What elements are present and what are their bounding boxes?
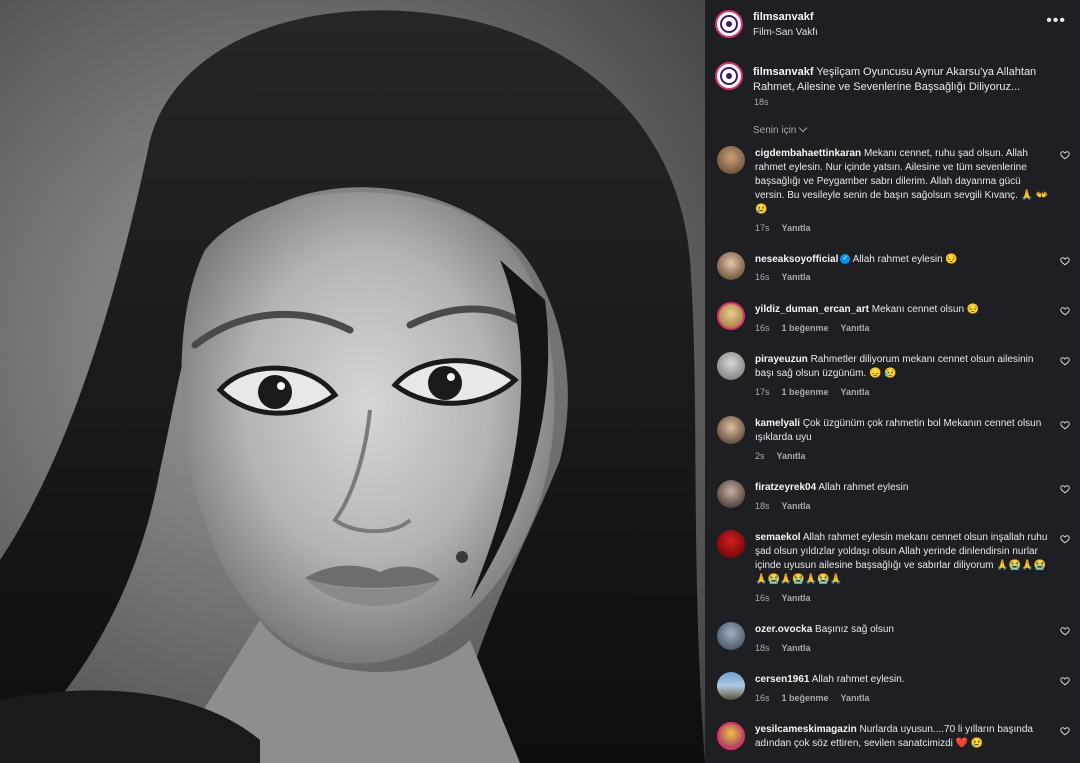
comment-body: yesilcameskimagazin Nurlarda uyusun....7… [755, 723, 1050, 751]
commenter-avatar[interactable] [717, 302, 745, 330]
reply-button[interactable]: Yanıtla [841, 387, 870, 397]
comment-likes[interactable]: 1 beğenme [782, 693, 829, 703]
comment-username[interactable]: ozer.ovocka [755, 624, 812, 635]
comment-filter-dropdown[interactable]: Senin için [753, 123, 808, 136]
comment-time[interactable]: 17s [755, 387, 770, 397]
comment-username[interactable]: cigdembahaettinkaran [755, 148, 861, 159]
comment-username[interactable]: neseaksoyofficial [755, 254, 838, 265]
heart-icon[interactable] [1060, 356, 1070, 366]
comment-time[interactable]: 2s [755, 451, 765, 461]
comment-meta: 18s Yanıtla [755, 643, 823, 653]
commenter-avatar[interactable] [717, 252, 745, 280]
filter-label: Senin için [753, 125, 797, 136]
reply-button[interactable]: Yanıtla [782, 501, 811, 511]
chevron-down-icon [799, 123, 808, 133]
commenter-avatar[interactable] [717, 416, 745, 444]
more-options-icon[interactable]: ••• [1046, 12, 1066, 30]
header-subtitle[interactable]: Film-San Vakfı [753, 27, 818, 38]
comment-meta: 17s Yanıtla [755, 223, 823, 233]
heart-icon[interactable] [1060, 420, 1070, 430]
comment-time[interactable]: 16s [755, 272, 770, 282]
comment-likes[interactable]: 1 beğenme [782, 387, 829, 397]
reply-button[interactable]: Yanıtla [777, 451, 806, 461]
comment-time[interactable]: 16s [755, 693, 770, 703]
comment-username[interactable]: yesilcameskimagazin [755, 724, 857, 735]
caption-time[interactable]: 18s [754, 97, 769, 107]
comment-body: firatzeyrek04 Allah rahmet eylesin [755, 481, 1050, 495]
comment-body: cigdembahaettinkaran Mekanı cennet, ruhu… [755, 147, 1050, 217]
comment-body: neseaksoyofficial ✓ Allah rahmet eylesin … [755, 253, 1050, 267]
comment-body: kamelyali Çok üzgünüm çok rahmetin bol M… [755, 417, 1050, 445]
comment-meta: 2s Yanıtla [755, 451, 818, 461]
heart-icon[interactable] [1060, 626, 1070, 636]
commenter-avatar[interactable] [717, 672, 745, 700]
commenter-avatar[interactable] [717, 352, 745, 380]
reply-button[interactable]: Yanıtla [841, 693, 870, 703]
comment-username[interactable]: firatzeyrek04 [755, 482, 816, 493]
heart-icon[interactable] [1060, 676, 1070, 686]
comment-meta: 17s 1 beğenme Yanıtla [755, 387, 882, 397]
commenter-avatar[interactable] [717, 480, 745, 508]
comment-username[interactable]: semaekol [755, 532, 801, 543]
header-username[interactable]: filmsanvakf [753, 11, 814, 23]
portrait-image [0, 10, 705, 763]
comment-meta: 18s Yanıtla [755, 501, 823, 511]
profile-avatar[interactable] [715, 10, 743, 38]
reply-button[interactable]: Yanıtla [782, 272, 811, 282]
comment-time[interactable]: 17s [755, 223, 770, 233]
commenter-avatar[interactable] [717, 622, 745, 650]
reply-button[interactable]: Yanıtla [782, 643, 811, 653]
commenter-avatar[interactable] [717, 722, 745, 750]
reply-button[interactable]: Yanıtla [782, 593, 811, 603]
comment-text: Allah rahmet eylesin 😔 [852, 254, 958, 265]
commenter-avatar[interactable] [717, 530, 745, 558]
reply-button[interactable]: Yanıtla [782, 223, 811, 233]
comment-body: pirayeuzun Rahmetler diliyorum mekanı ce… [755, 353, 1050, 381]
comment-username[interactable]: cersen1961 [755, 674, 810, 685]
heart-icon[interactable] [1060, 150, 1070, 160]
comment-text: Allah rahmet eylesin [818, 482, 909, 493]
heart-icon[interactable] [1060, 726, 1070, 736]
comment-meta: 16s 1 beğenme Yanıtla [755, 323, 882, 333]
comment-text: Allah rahmet eylesin. [811, 674, 905, 685]
comments-panel: filmsanvakf Film-San Vakfı ••• filmsanva… [705, 0, 1080, 763]
comment-time[interactable]: 18s [755, 643, 770, 653]
comment-username[interactable]: yildiz_duman_ercan_art [755, 304, 869, 315]
caption-avatar[interactable] [715, 62, 743, 90]
post-caption: filmsanvakf Yeşilçam Oyuncusu Aynur Akar… [753, 65, 1053, 95]
comment-body: semaekol Allah rahmet eylesin mekanı cen… [755, 531, 1050, 587]
comment-body: yildiz_duman_ercan_art Mekanı cennet ols… [755, 303, 1050, 317]
heart-icon[interactable] [1060, 534, 1070, 544]
heart-icon[interactable] [1060, 306, 1070, 316]
comment-text: Başınız sağ olsun [815, 624, 894, 635]
reply-button[interactable]: Yanıtla [841, 323, 870, 333]
comment-meta: 16s Yanıtla [755, 593, 823, 603]
heart-icon[interactable] [1060, 484, 1070, 494]
comment-time[interactable]: 16s [755, 593, 770, 603]
comment-likes[interactable]: 1 beğenme [782, 323, 829, 333]
verified-badge-icon: ✓ [840, 254, 851, 265]
comment-body: cersen1961 Allah rahmet eylesin. [755, 673, 1050, 687]
caption-username[interactable]: filmsanvakf [753, 66, 814, 78]
comment-meta: 16s 1 beğenme Yanıtla [755, 693, 882, 703]
comment-text: Mekanı cennet olsun 😔 [871, 304, 980, 315]
comment-body: ozer.ovocka Başınız sağ olsun [755, 623, 1050, 637]
post-header: filmsanvakf Film-San Vakfı ••• [705, 0, 1080, 48]
comment-meta: 16s Yanıtla [755, 272, 823, 282]
comment-username[interactable]: pirayeuzun [755, 354, 808, 365]
comment-time[interactable]: 16s [755, 323, 770, 333]
heart-icon[interactable] [1060, 256, 1070, 266]
commenter-avatar[interactable] [717, 146, 745, 174]
comment-time[interactable]: 18s [755, 501, 770, 511]
comment-username[interactable]: kamelyali [755, 418, 800, 429]
post-photo[interactable] [0, 0, 705, 763]
